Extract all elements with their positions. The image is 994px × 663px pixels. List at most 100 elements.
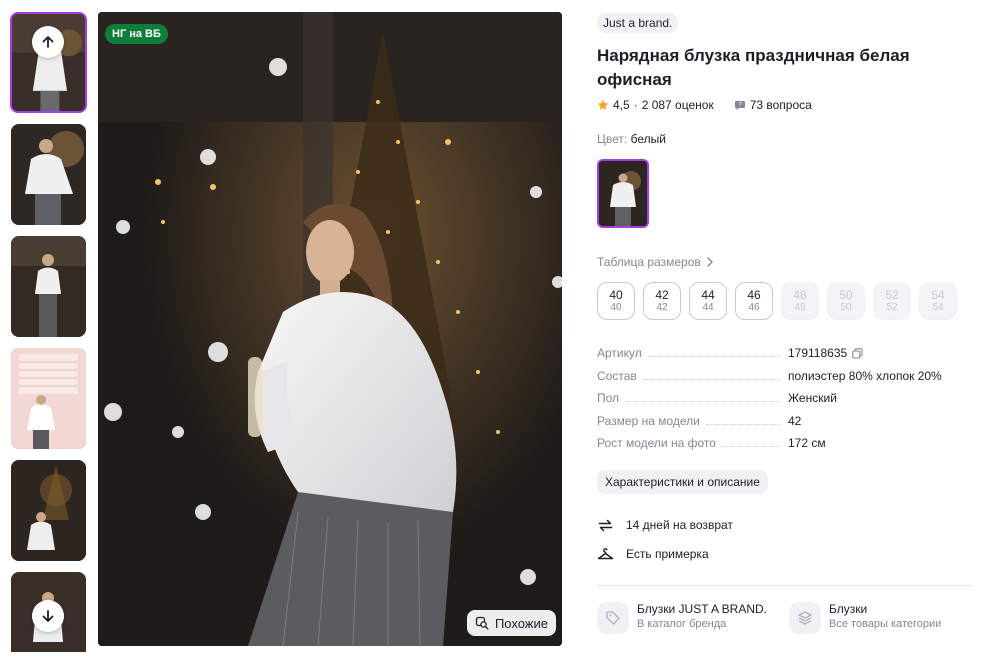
size-ru: 46	[747, 288, 761, 302]
spec-row-composition: Состав полиэстер 80% хлопок 20%	[597, 369, 973, 392]
main-product-photo[interactable]: НГ на ВБ Похожие	[98, 12, 562, 646]
thumbnail-image	[11, 460, 86, 561]
size-ru: 52	[885, 288, 899, 302]
size-option-unavailable[interactable]: 52 52	[873, 282, 911, 320]
color-value: белый	[630, 132, 666, 146]
layers-icon	[789, 601, 822, 634]
thumbnail-2[interactable]	[11, 124, 86, 225]
size-option[interactable]: 40 40	[597, 282, 635, 320]
thumbnail-rail	[10, 12, 87, 652]
dotted-leader	[721, 446, 780, 447]
size-eu: 54	[932, 302, 944, 313]
spec-row-model-height: Рост модели на фото 172 см	[597, 436, 973, 459]
divider	[597, 584, 973, 586]
spec-key: Пол	[597, 391, 620, 405]
thumbnail-image	[11, 348, 86, 449]
thumbnail-4[interactable]	[11, 348, 86, 449]
spec-value: Женский	[788, 391, 837, 405]
brand-link[interactable]: Just a brand.	[597, 13, 679, 33]
size-table-link[interactable]: Таблица размеров	[597, 255, 973, 269]
category-link[interactable]: Блузки Все товары категории	[789, 601, 942, 634]
similar-label: Похожие	[494, 615, 548, 631]
feature-text: 14 дней на возврат	[626, 518, 733, 532]
catalog-links: Блузки JUST A BRAND. В каталог бренда Бл…	[597, 601, 973, 634]
link-title: Блузки JUST A BRAND.	[637, 601, 768, 616]
feature-text: Есть примерка	[626, 547, 709, 561]
brand-catalog-link[interactable]: Блузки JUST A BRAND. В каталог бренда	[597, 601, 768, 634]
feature-fitting: Есть примерка	[597, 540, 973, 569]
color-option-image	[599, 161, 647, 226]
scroll-down-button[interactable]	[32, 600, 64, 632]
size-table-label: Таблица размеров	[597, 255, 701, 269]
spec-key: Размер на модели	[597, 413, 700, 428]
product-specs: Артикул 179118635 Состав полиэстер 80% х…	[597, 346, 973, 459]
scroll-up-button[interactable]	[32, 26, 64, 58]
questions-link[interactable]: 73 вопроса	[750, 98, 812, 112]
spec-value: 179118635	[788, 346, 848, 360]
size-option-unavailable[interactable]: 54 54	[919, 282, 957, 320]
rating-separator: ·	[633, 98, 638, 112]
copy-icon[interactable]	[852, 347, 863, 359]
dotted-leader	[705, 423, 780, 425]
product-photo-image	[98, 12, 562, 646]
size-ru: 40	[609, 288, 623, 302]
thumbnail-image	[11, 236, 86, 337]
color-option-white[interactable]	[597, 159, 649, 228]
thumbnail-5[interactable]	[11, 460, 86, 561]
size-option[interactable]: 44 44	[689, 282, 727, 320]
size-option-unavailable[interactable]: 48 48	[781, 282, 819, 320]
dotted-leader	[625, 401, 780, 402]
product-page: НГ на ВБ Похожие Just a brand. Нарядная …	[0, 0, 994, 663]
spec-value: полиэстер 80% хлопок 20%	[788, 368, 942, 383]
link-subtitle: В каталог бренда	[637, 617, 727, 630]
spec-row-model-size: Размер на модели 42	[597, 414, 973, 437]
return-arrows-icon	[598, 519, 613, 531]
size-eu: 46	[748, 302, 760, 313]
size-selector: 40 40 42 42 44 44 46 46 48 48 50 50 52 52 54 54	[597, 282, 973, 320]
spec-key: Артикул	[597, 346, 642, 360]
size-eu: 44	[702, 302, 714, 313]
characteristics-button[interactable]: Характеристики и описание	[597, 469, 768, 494]
dotted-leader	[642, 378, 780, 380]
size-ru: 44	[701, 288, 715, 302]
color-row: Цвет: белый	[597, 132, 973, 146]
features-list: 14 дней на возврат Есть примерка	[597, 511, 973, 569]
feature-return: 14 дней на возврат	[597, 511, 973, 540]
spec-value: 42	[788, 413, 802, 428]
hanger-icon	[597, 547, 614, 559]
spec-key: Состав	[597, 368, 637, 383]
thumbnail-3[interactable]	[11, 236, 86, 337]
spec-key: Рост модели на фото	[597, 436, 716, 450]
size-option-unavailable[interactable]: 50 50	[827, 282, 865, 320]
size-ru: 54	[931, 288, 945, 302]
spec-value: 172 см	[788, 436, 826, 450]
size-ru: 50	[839, 288, 853, 302]
color-label: Цвет:	[597, 132, 628, 146]
size-eu: 40	[610, 302, 622, 313]
product-info: Just a brand. Нарядная блузка празднична…	[597, 12, 973, 634]
star-icon	[597, 99, 609, 110]
product-title: Нарядная блузка праздничная белая офисна…	[597, 46, 910, 89]
search-similar-icon	[475, 616, 489, 630]
similar-button[interactable]: Похожие	[466, 610, 556, 636]
ng-badge: НГ на ВБ	[105, 24, 168, 44]
size-option[interactable]: 46 46	[735, 282, 773, 320]
size-eu: 52	[886, 302, 898, 313]
size-eu: 48	[794, 302, 806, 313]
chevron-right-icon	[707, 257, 713, 267]
thumbnail-image	[11, 124, 86, 225]
size-ru: 48	[793, 288, 807, 302]
size-option[interactable]: 42 42	[643, 282, 681, 320]
rating-row: 4,5 · 2 087 оценок ? 73 вопроса	[597, 98, 973, 112]
link-subtitle: Все товары категории	[829, 617, 942, 630]
link-title: Блузки	[829, 601, 868, 616]
rating-value: 4,5	[613, 98, 630, 112]
arrow-down-icon	[42, 610, 54, 622]
reviews-link[interactable]: 2 087 оценок	[642, 98, 714, 112]
dotted-leader	[647, 356, 780, 357]
size-ru: 42	[655, 288, 669, 302]
question-bubble-icon: ?	[734, 101, 745, 110]
size-eu: 42	[656, 302, 668, 313]
size-eu: 50	[840, 302, 852, 313]
spec-row-article: Артикул 179118635	[597, 346, 973, 369]
